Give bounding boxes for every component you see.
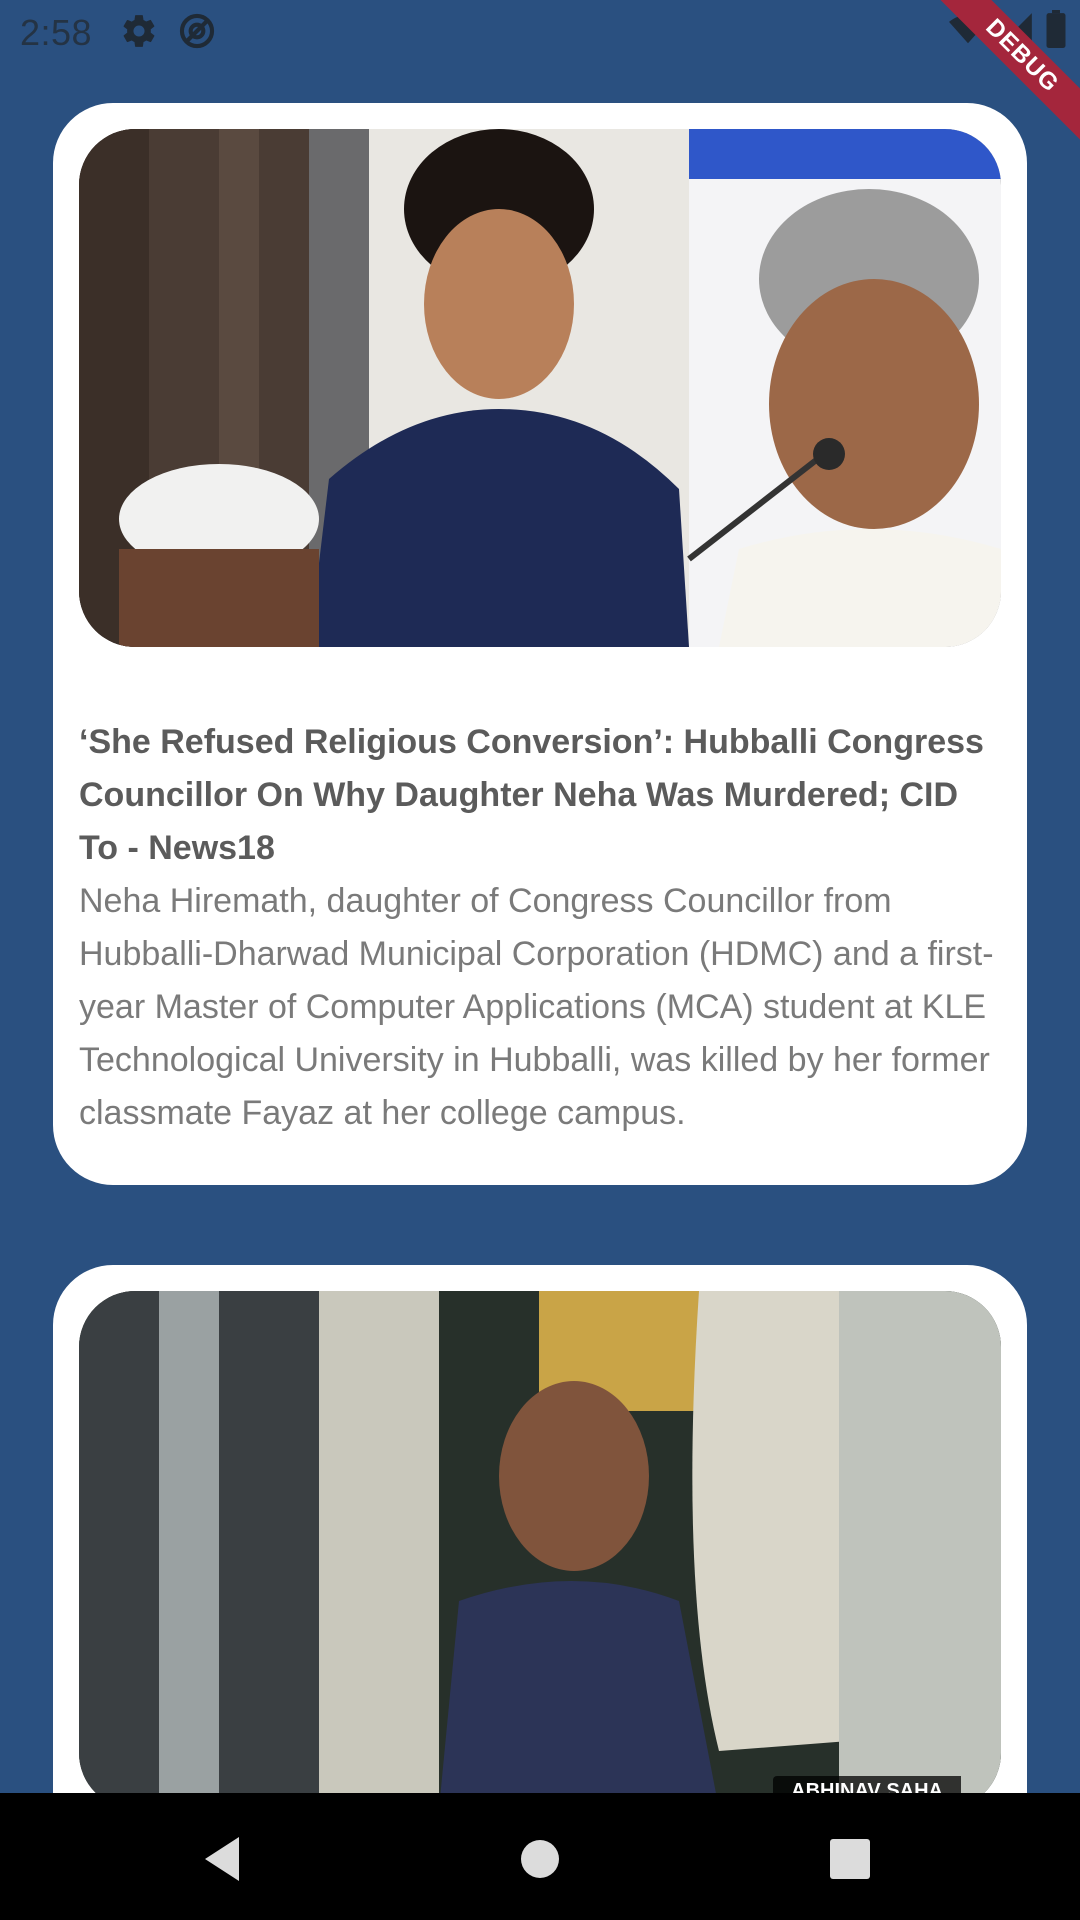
news-text: ‘She Refused Religious Conversion’: Hubb… xyxy=(79,716,1001,1140)
battery-icon xyxy=(1046,10,1066,48)
news-description: Neha Hiremath, daughter of Congress Coun… xyxy=(79,882,994,1132)
status-time: 2:58 xyxy=(20,12,93,53)
gear-icon xyxy=(123,15,155,47)
home-icon[interactable] xyxy=(510,1829,570,1889)
recents-icon[interactable] xyxy=(820,1829,880,1889)
news-image xyxy=(79,129,1001,647)
status-bar: 2:58 xyxy=(0,0,1080,63)
back-icon[interactable] xyxy=(193,1829,253,1889)
at-icon xyxy=(179,13,215,49)
news-title: ‘She Refused Religious Conversion’: Hubb… xyxy=(79,723,984,867)
news-feed-screen: 2:58 DEBUG ‘She Refused Religious Conver… xyxy=(0,0,1080,1920)
navigation-bar xyxy=(0,1793,1080,1920)
news-card[interactable]: ‘She Refused Religious Conversion’: Hubb… xyxy=(53,103,1027,1185)
news-photo xyxy=(79,129,1001,647)
news-photo xyxy=(79,1291,1001,1809)
news-image: ABHINAV SAHA xyxy=(79,1291,1001,1809)
